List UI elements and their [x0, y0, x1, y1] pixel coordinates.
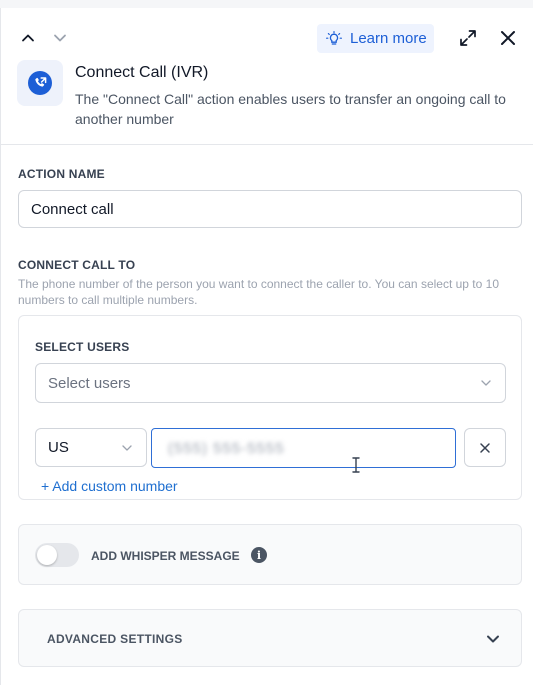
- connect-call-to-help: The phone number of the person you want …: [18, 277, 499, 307]
- phone-number-input[interactable]: (555) 555-5555: [151, 428, 456, 468]
- action-description: The "Connect Call" action enables users …: [75, 91, 506, 127]
- action-name-value: Connect call: [31, 200, 114, 218]
- action-title: Connect Call (IVR): [75, 64, 209, 81]
- expand-button[interactable]: [456, 26, 480, 50]
- phone-number-value: (555) 555-5555: [168, 439, 285, 457]
- phone-transfer-icon: [28, 71, 52, 95]
- header-divider: [1, 144, 533, 145]
- chevron-up-icon: [22, 34, 34, 42]
- recipients-card: SELECT USERS Select users US (555) 555-5…: [18, 315, 522, 500]
- next-button[interactable]: [50, 28, 70, 48]
- chevron-down-icon: [54, 34, 66, 42]
- select-users-label: SELECT USERS: [35, 340, 130, 354]
- action-name-label: ACTION NAME: [18, 167, 105, 181]
- add-custom-number-link[interactable]: + Add custom number: [41, 478, 178, 494]
- action-panel: Learn more Connect Call (IVR) The "Conne…: [0, 8, 533, 685]
- learn-more-button[interactable]: Learn more: [317, 24, 434, 53]
- select-users-placeholder: Select users: [48, 374, 131, 392]
- remove-number-button[interactable]: [464, 428, 506, 467]
- whisper-label: ADD WHISPER MESSAGE: [91, 549, 240, 563]
- chevron-down-icon: [481, 380, 491, 386]
- chevron-down-icon: [122, 444, 132, 451]
- country-value: US: [48, 439, 69, 456]
- panel-toolbar: Learn more: [1, 8, 533, 64]
- whisper-toggle[interactable]: [35, 543, 79, 567]
- advanced-settings-accordion[interactable]: ADVANCED SETTINGS: [18, 609, 522, 667]
- action-name-input[interactable]: Connect call: [18, 190, 522, 228]
- whisper-message-section: ADD WHISPER MESSAGE i: [18, 524, 522, 585]
- learn-more-label: Learn more: [350, 30, 427, 47]
- chevron-down-icon: [487, 635, 499, 643]
- advanced-settings-label: ADVANCED SETTINGS: [47, 632, 183, 646]
- info-icon[interactable]: i: [251, 547, 267, 563]
- text-cursor-icon: [352, 457, 360, 473]
- connect-call-to-label: CONNECT CALL TO: [18, 258, 136, 272]
- expand-icon: [460, 30, 476, 46]
- lightbulb-icon: [326, 30, 342, 45]
- close-button[interactable]: [496, 26, 520, 50]
- toggle-knob: [37, 545, 57, 565]
- select-users-dropdown[interactable]: Select users: [35, 363, 506, 403]
- country-select[interactable]: US: [35, 428, 147, 467]
- previous-button[interactable]: [18, 28, 38, 48]
- app-icon-tile: [17, 60, 63, 106]
- close-icon: [480, 442, 490, 453]
- close-icon: [501, 31, 515, 45]
